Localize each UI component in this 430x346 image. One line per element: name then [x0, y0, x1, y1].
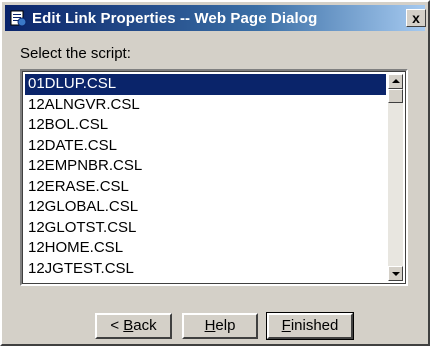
script-list-item[interactable]: 12DATE.CSL	[25, 136, 386, 157]
script-list-item[interactable]: 12JGTEST.CSL	[25, 259, 386, 280]
script-list-item[interactable]: 12EMPNBR.CSL	[25, 156, 386, 177]
vertical-scrollbar[interactable]	[388, 74, 403, 281]
scroll-down-button[interactable]	[388, 266, 403, 281]
help-button-label: elp	[215, 317, 236, 334]
script-listbox[interactable]: 01DLUP.CSL 12ALNGVR.CSL 12BOL.CSL 12DATE.CS…	[20, 69, 408, 286]
scroll-thumb[interactable]	[388, 89, 403, 103]
script-list-item[interactable]: 01DLUP.CSL	[25, 74, 386, 95]
window-title: Edit Link Properties -- Web Page Dialog	[32, 9, 318, 27]
back-button-prefix: <	[110, 317, 124, 334]
help-button[interactable]: Help	[182, 313, 258, 339]
close-button[interactable]: x	[406, 9, 426, 27]
help-button-mnemonic: H	[204, 317, 216, 334]
script-list-item[interactable]: 12BOL.CSL	[25, 115, 386, 136]
arrow-up-icon	[392, 79, 400, 83]
script-list-item[interactable]: 12ERASE.CSL	[25, 177, 386, 198]
close-icon: x	[412, 10, 420, 26]
script-list[interactable]: 01DLUP.CSL 12ALNGVR.CSL 12BOL.CSL 12DATE.CS…	[25, 74, 386, 279]
script-list-item[interactable]: 12GLOBAL.CSL	[25, 197, 386, 218]
back-button-label: ack	[133, 317, 157, 334]
arrow-down-icon	[392, 272, 400, 276]
select-script-label: Select the script:	[20, 45, 131, 62]
script-list-item[interactable]: 12ALNGVR.CSL	[25, 95, 386, 116]
page-icon	[9, 9, 27, 27]
title-bar[interactable]: Edit Link Properties -- Web Page Dialog …	[5, 5, 426, 31]
finished-button[interactable]: Finished	[266, 312, 354, 340]
finished-button-mnemonic: F	[281, 317, 291, 334]
edit-link-properties-dialog: Edit Link Properties -- Web Page Dialog …	[0, 0, 430, 346]
scroll-up-button[interactable]	[388, 74, 403, 89]
back-button[interactable]: < Back	[95, 313, 172, 339]
script-list-item[interactable]: 12HOME.CSL	[25, 238, 386, 259]
script-list-item[interactable]: 12GLOTST.CSL	[25, 218, 386, 239]
back-button-mnemonic: B	[123, 317, 134, 334]
finished-button-label: inished	[290, 317, 339, 334]
dialog-button-row: < Back Help Finished	[2, 312, 430, 341]
